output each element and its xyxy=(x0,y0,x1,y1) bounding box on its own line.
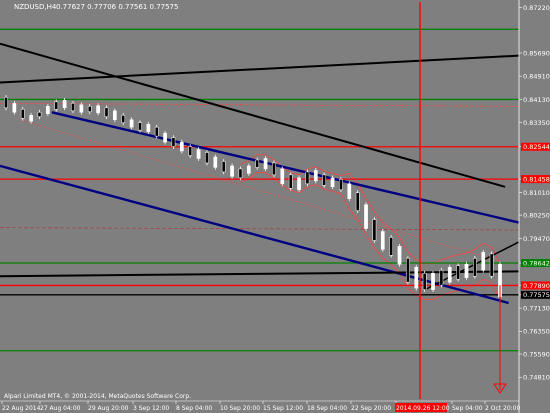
candle-body xyxy=(4,97,8,109)
candle-body xyxy=(246,165,251,174)
candle-body xyxy=(154,126,159,137)
candle-body xyxy=(96,105,100,114)
candle-body xyxy=(422,272,427,290)
candle-body xyxy=(464,264,469,278)
time-tick-label: 8 Sep 04:00 xyxy=(176,405,212,412)
price-tick-label: 0.76350 xyxy=(523,328,550,336)
chart-window[interactable]: 0.87220 0.85690 0.84910 0.84130 0.83350 0.825… xyxy=(0,0,550,413)
candle-body xyxy=(447,267,452,283)
price-tick-label: 0.77575 xyxy=(523,291,550,299)
price-tick-label: 0.81010 xyxy=(523,189,550,197)
price-tick-label: 0.81458 xyxy=(523,176,550,184)
candle-body xyxy=(20,109,25,119)
price-tick-label: 0.75590 xyxy=(523,350,550,358)
symbol-label: NZDUSD,H4 xyxy=(14,3,57,11)
candle-body xyxy=(322,174,327,186)
price-tick-label: 0.85690 xyxy=(523,49,550,57)
candle-body xyxy=(54,101,59,110)
candle-body xyxy=(347,183,352,199)
candle-body xyxy=(179,141,184,152)
candle-body xyxy=(87,106,92,112)
price-chart[interactable]: 0.87220 0.85690 0.84910 0.84130 0.83350 0.825… xyxy=(0,0,550,413)
candle-body xyxy=(188,146,193,156)
candle-body xyxy=(272,162,276,176)
candle-body xyxy=(473,258,477,277)
candle-body xyxy=(339,179,343,191)
candle-body xyxy=(297,177,301,191)
price-tick-label: 0.77130 xyxy=(523,304,550,312)
candle-body xyxy=(414,267,419,289)
candle-body xyxy=(104,107,109,117)
candle-body xyxy=(129,119,134,128)
candle-body xyxy=(355,192,360,211)
candle-body xyxy=(221,161,226,173)
candle-body xyxy=(406,258,410,283)
price-tick-label: 0.83350 xyxy=(523,119,550,127)
time-tick-label: 29 Aug 20:00 xyxy=(88,405,129,412)
price-tick-label: 0.82544 xyxy=(523,143,550,151)
time-tick-label: 27 Aug 04:00 xyxy=(40,405,81,412)
candle-body xyxy=(280,168,285,185)
price-tick-label: 0.74810 xyxy=(523,374,550,382)
candle-body xyxy=(305,171,310,185)
price-tick-label: 0.87220 xyxy=(523,4,550,12)
candle-body xyxy=(146,123,151,132)
candle-body xyxy=(380,231,385,250)
candle-body xyxy=(62,100,67,109)
ohlc-label: 0.77627 0.77706 0.77561 0.77575 xyxy=(56,3,178,11)
candle-body xyxy=(397,246,402,265)
time-tick-label: 22 Aug 2014 xyxy=(2,405,41,412)
candle-body xyxy=(263,158,268,170)
candle-body xyxy=(481,252,486,271)
candle-body xyxy=(213,156,218,168)
candle-body xyxy=(230,165,234,177)
time-tick-label: 2014.09.26 12:00 xyxy=(396,405,450,412)
candle-body xyxy=(29,115,33,122)
candle-body xyxy=(255,159,260,168)
candle-body xyxy=(196,149,201,159)
candle-body xyxy=(431,272,435,290)
price-tick-label: 0.84910 xyxy=(523,73,550,81)
candle-body xyxy=(46,106,50,115)
price-tick-label: 0.79470 xyxy=(523,235,550,243)
time-tick-label: 18 Sep 04:00 xyxy=(307,405,347,412)
candle-body xyxy=(112,110,117,120)
time-tick-label: 3 Sep 12:00 xyxy=(133,405,169,412)
candle-body xyxy=(37,112,42,117)
time-tick-label: 22 Sep 20:00 xyxy=(351,405,391,412)
candle-body xyxy=(439,269,444,286)
time-tick-label: Sep 04:00 xyxy=(452,405,483,412)
time-tick-label: 15 Sep 12:00 xyxy=(263,405,303,412)
time-tick-label: 2 Oct 20:00 xyxy=(485,405,520,412)
price-tick-label: 0.77890 xyxy=(523,282,550,290)
candle-body xyxy=(364,204,368,229)
candle-body xyxy=(330,177,335,188)
candle-body xyxy=(121,115,126,123)
candle-body xyxy=(163,132,167,143)
candle-body xyxy=(138,122,142,131)
candle-body xyxy=(288,174,293,189)
candle-body xyxy=(489,253,494,277)
price-tick-label: 0.80250 xyxy=(523,212,550,220)
candle-body xyxy=(79,104,84,113)
candle-body xyxy=(456,265,460,280)
copyright-label: Alpari Limited MT4, © 2001-2014, MetaQuo… xyxy=(4,393,191,400)
candle-body xyxy=(71,103,75,112)
candle-body xyxy=(171,137,176,147)
candle-body xyxy=(313,170,318,182)
candle-body xyxy=(12,103,17,113)
price-tick-label: 0.84130 xyxy=(523,96,550,104)
candle-body xyxy=(372,219,377,241)
price-tick-label: 0.78642 xyxy=(523,259,550,267)
candle-body xyxy=(389,237,394,256)
candle-body xyxy=(205,152,209,164)
time-tick-label: 10 Sep 20:00 xyxy=(220,405,260,412)
candle-body xyxy=(238,168,243,179)
